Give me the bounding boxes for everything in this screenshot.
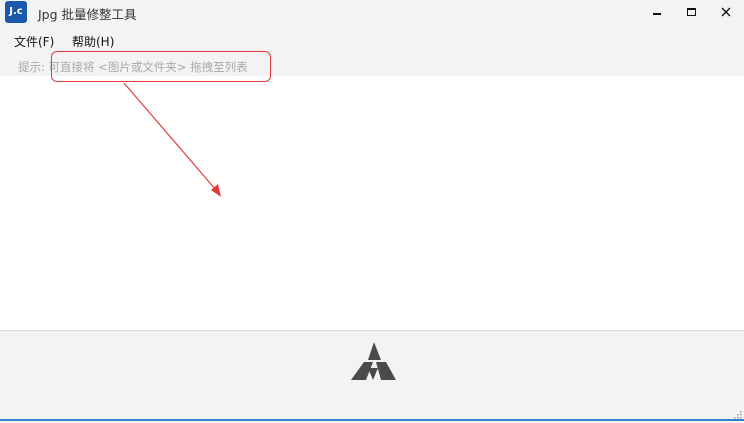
menu-bar: 文件(F) 帮助(H) <box>0 30 744 52</box>
app-icon: J.c <box>5 1 27 23</box>
window-title: Jpg 批量修整工具 <box>38 7 137 22</box>
title-bar: J.c Jpg 批量修整工具 <box>0 0 744 28</box>
maximize-icon <box>686 7 696 16</box>
minimize-button[interactable] <box>640 0 674 26</box>
minimize-icon <box>653 12 661 15</box>
maximize-button[interactable] <box>674 0 708 26</box>
menu-file[interactable]: 文件(F) <box>14 33 54 50</box>
close-button[interactable] <box>709 0 743 26</box>
accent-line <box>0 419 744 421</box>
annotation-highlight-box <box>51 51 271 82</box>
menu-help[interactable]: 帮助(H) <box>72 33 114 50</box>
resize-grip-icon[interactable] <box>732 409 742 419</box>
close-icon <box>721 7 731 16</box>
triangle-logo-icon <box>351 342 396 380</box>
file-list-drop-area[interactable] <box>0 76 744 330</box>
